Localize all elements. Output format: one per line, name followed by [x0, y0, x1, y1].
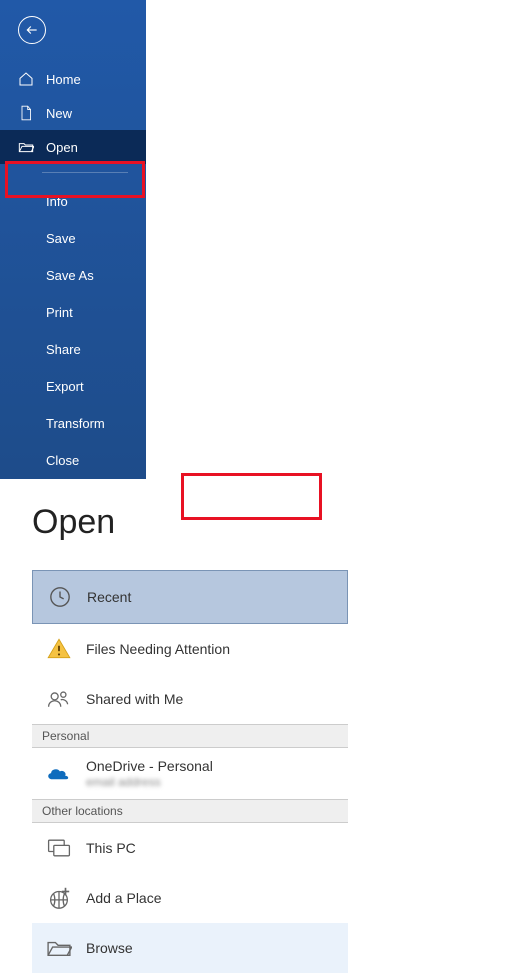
- rail-onedrive-sub: email address: [86, 775, 213, 789]
- clock-icon: [45, 582, 75, 612]
- nav-save[interactable]: Save: [0, 220, 146, 257]
- folder-icon: [44, 933, 74, 963]
- onedrive-icon: [44, 759, 74, 789]
- nav-info[interactable]: Info: [0, 183, 146, 220]
- nav-home[interactable]: Home: [0, 62, 146, 96]
- nav-new[interactable]: New: [0, 96, 146, 130]
- rail-addplace-label: Add a Place: [86, 890, 162, 906]
- main-panel: Open Recent Files Needing Attention Shar…: [0, 479, 506, 973]
- nav-export[interactable]: Export: [0, 368, 146, 405]
- rail-section-personal: Personal: [32, 724, 348, 748]
- rail-shared[interactable]: Shared with Me: [32, 674, 348, 724]
- nav-transform[interactable]: Transform: [0, 405, 146, 442]
- home-icon: [18, 71, 34, 87]
- rail-attention-label: Files Needing Attention: [86, 641, 230, 657]
- pc-icon: [44, 833, 74, 863]
- nav-close[interactable]: Close: [0, 442, 146, 479]
- page-title: Open: [32, 503, 506, 542]
- nav-open[interactable]: Open: [0, 130, 146, 164]
- nav-divider: [42, 172, 128, 173]
- location-rail: Recent Files Needing Attention Shared wi…: [32, 570, 348, 973]
- rail-recent[interactable]: Recent: [32, 570, 348, 624]
- nav-open-label: Open: [46, 140, 78, 155]
- nav-share[interactable]: Share: [0, 331, 146, 368]
- back-button[interactable]: [18, 16, 46, 44]
- rail-thispc[interactable]: This PC: [32, 823, 348, 873]
- nav-home-label: Home: [46, 72, 81, 87]
- backstage-sidebar: Home New Open Info Save Save As Print Sh…: [0, 0, 146, 479]
- rail-browse[interactable]: Browse: [32, 923, 348, 973]
- folder-open-icon: [18, 139, 34, 155]
- rail-attention[interactable]: Files Needing Attention: [32, 624, 348, 674]
- people-icon: [44, 684, 74, 714]
- rail-shared-label: Shared with Me: [86, 691, 183, 707]
- globe-plus-icon: [44, 883, 74, 913]
- warning-icon: [44, 634, 74, 664]
- rail-section-other: Other locations: [32, 799, 348, 823]
- rail-browse-label: Browse: [86, 940, 133, 956]
- rail-onedrive[interactable]: OneDrive - Personal email address: [32, 748, 348, 799]
- document-icon: [18, 105, 34, 121]
- nav-saveas[interactable]: Save As: [0, 257, 146, 294]
- back-arrow-icon: [25, 23, 39, 37]
- rail-onedrive-title: OneDrive - Personal: [86, 758, 213, 774]
- nav-print[interactable]: Print: [0, 294, 146, 331]
- rail-thispc-label: This PC: [86, 840, 136, 856]
- rail-recent-label: Recent: [87, 589, 131, 605]
- nav-new-label: New: [46, 106, 72, 121]
- rail-addplace[interactable]: Add a Place: [32, 873, 348, 923]
